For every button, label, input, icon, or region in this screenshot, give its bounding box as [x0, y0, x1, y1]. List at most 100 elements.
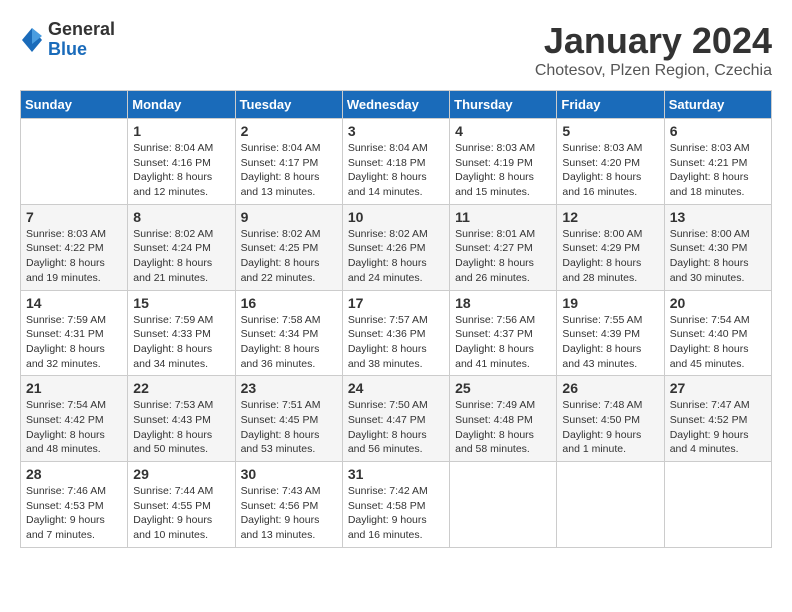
month-title: January 2024	[535, 20, 772, 62]
day-number: 2	[241, 123, 337, 139]
day-number: 25	[455, 380, 551, 396]
day-number: 13	[670, 209, 766, 225]
calendar-cell: 27Sunrise: 7:47 AMSunset: 4:52 PMDayligh…	[664, 376, 771, 462]
calendar-cell: 13 Sunrise: 8:00 AMSunset: 4:30 PMDayligh…	[664, 204, 771, 290]
day-info: Sunrise: 8:02 AMSunset: 4:25 PMDaylight:…	[241, 227, 337, 286]
weekday-header-row: SundayMondayTuesdayWednesdayThursdayFrid…	[21, 91, 772, 119]
day-info: Sunrise: 7:59 AMSunset: 4:31 PMDaylight:…	[26, 313, 122, 372]
day-number: 28	[26, 466, 122, 482]
day-number: 10	[348, 209, 444, 225]
day-number: 31	[348, 466, 444, 482]
calendar-cell: 19 Sunrise: 7:55 AMSunset: 4:39 PMDayligh…	[557, 290, 664, 376]
day-info: Sunrise: 7:58 AMSunset: 4:34 PMDaylight:…	[241, 313, 337, 372]
calendar-cell: 29 Sunrise: 7:44 AMSunset: 4:55 PMDayligh…	[128, 462, 235, 548]
calendar-cell: 24Sunrise: 7:50 AMSunset: 4:47 PMDayligh…	[342, 376, 449, 462]
day-number: 8	[133, 209, 229, 225]
calendar-cell: 8Sunrise: 8:02 AMSunset: 4:24 PMDaylight…	[128, 204, 235, 290]
weekday-header: Saturday	[664, 91, 771, 119]
page-header: General Blue January 2024 Chotesov, Plze…	[20, 20, 772, 80]
day-number: 20	[670, 295, 766, 311]
day-number: 4	[455, 123, 551, 139]
calendar-cell	[450, 462, 557, 548]
day-info: Sunrise: 7:43 AMSunset: 4:56 PMDaylight:…	[241, 484, 337, 543]
calendar-cell: 6 Sunrise: 8:03 AMSunset: 4:21 PMDaylight…	[664, 119, 771, 205]
calendar-week-row: 1 Sunrise: 8:04 AMSunset: 4:16 PMDaylight…	[21, 119, 772, 205]
day-info: Sunrise: 7:59 AMSunset: 4:33 PMDaylight:…	[133, 313, 229, 372]
weekday-header: Friday	[557, 91, 664, 119]
calendar-cell: 30 Sunrise: 7:43 AMSunset: 4:56 PMDayligh…	[235, 462, 342, 548]
weekday-header: Monday	[128, 91, 235, 119]
calendar-cell: 4Sunrise: 8:03 AMSunset: 4:19 PMDaylight…	[450, 119, 557, 205]
logo: General Blue	[20, 20, 115, 60]
calendar-cell: 17Sunrise: 7:57 AMSunset: 4:36 PMDayligh…	[342, 290, 449, 376]
calendar-table: SundayMondayTuesdayWednesdayThursdayFrid…	[20, 90, 772, 548]
day-info: Sunrise: 8:03 AMSunset: 4:21 PMDaylight:…	[670, 141, 766, 200]
day-info: Sunrise: 7:42 AMSunset: 4:58 PMDaylight:…	[348, 484, 444, 543]
day-info: Sunrise: 8:00 AMSunset: 4:30 PMDaylight:…	[670, 227, 766, 286]
day-info: Sunrise: 8:04 AMSunset: 4:18 PMDaylight:…	[348, 141, 444, 200]
day-number: 7	[26, 209, 122, 225]
day-info: Sunrise: 7:47 AMSunset: 4:52 PMDaylight:…	[670, 398, 766, 457]
calendar-cell: 25 Sunrise: 7:49 AMSunset: 4:48 PMDayligh…	[450, 376, 557, 462]
day-number: 18	[455, 295, 551, 311]
logo-text: General Blue	[48, 20, 115, 60]
calendar-cell: 21 Sunrise: 7:54 AMSunset: 4:42 PMDayligh…	[21, 376, 128, 462]
day-number: 14	[26, 295, 122, 311]
calendar-cell: 7 Sunrise: 8:03 AMSunset: 4:22 PMDaylight…	[21, 204, 128, 290]
day-number: 12	[562, 209, 658, 225]
day-number: 21	[26, 380, 122, 396]
calendar-cell: 22Sunrise: 7:53 AMSunset: 4:43 PMDayligh…	[128, 376, 235, 462]
day-info: Sunrise: 8:02 AMSunset: 4:26 PMDaylight:…	[348, 227, 444, 286]
calendar-week-row: 28Sunrise: 7:46 AMSunset: 4:53 PMDayligh…	[21, 462, 772, 548]
title-section: January 2024 Chotesov, Plzen Region, Cze…	[535, 20, 772, 80]
day-info: Sunrise: 7:49 AMSunset: 4:48 PMDaylight:…	[455, 398, 551, 457]
day-number: 24	[348, 380, 444, 396]
calendar-cell: 14 Sunrise: 7:59 AMSunset: 4:31 PMDayligh…	[21, 290, 128, 376]
day-info: Sunrise: 8:04 AMSunset: 4:17 PMDaylight:…	[241, 141, 337, 200]
calendar-cell: 11Sunrise: 8:01 AMSunset: 4:27 PMDayligh…	[450, 204, 557, 290]
day-info: Sunrise: 7:48 AMSunset: 4:50 PMDaylight:…	[562, 398, 658, 457]
calendar-cell: 5Sunrise: 8:03 AMSunset: 4:20 PMDaylight…	[557, 119, 664, 205]
day-info: Sunrise: 7:55 AMSunset: 4:39 PMDaylight:…	[562, 313, 658, 372]
calendar-cell: 18 Sunrise: 7:56 AMSunset: 4:37 PMDayligh…	[450, 290, 557, 376]
location: Chotesov, Plzen Region, Czechia	[535, 62, 772, 80]
weekday-header: Tuesday	[235, 91, 342, 119]
calendar-cell: 31 Sunrise: 7:42 AMSunset: 4:58 PMDayligh…	[342, 462, 449, 548]
day-number: 26	[562, 380, 658, 396]
weekday-header: Sunday	[21, 91, 128, 119]
day-info: Sunrise: 7:53 AMSunset: 4:43 PMDaylight:…	[133, 398, 229, 457]
day-number: 15	[133, 295, 229, 311]
day-number: 3	[348, 123, 444, 139]
day-info: Sunrise: 7:54 AMSunset: 4:40 PMDaylight:…	[670, 313, 766, 372]
calendar-cell: 2 Sunrise: 8:04 AMSunset: 4:17 PMDaylight…	[235, 119, 342, 205]
day-info: Sunrise: 7:54 AMSunset: 4:42 PMDaylight:…	[26, 398, 122, 457]
calendar-week-row: 21 Sunrise: 7:54 AMSunset: 4:42 PMDayligh…	[21, 376, 772, 462]
calendar-cell: 23Sunrise: 7:51 AMSunset: 4:45 PMDayligh…	[235, 376, 342, 462]
calendar-cell	[664, 462, 771, 548]
day-info: Sunrise: 8:03 AMSunset: 4:20 PMDaylight:…	[562, 141, 658, 200]
day-number: 16	[241, 295, 337, 311]
day-number: 1	[133, 123, 229, 139]
calendar-cell: 20 Sunrise: 7:54 AMSunset: 4:40 PMDayligh…	[664, 290, 771, 376]
day-number: 19	[562, 295, 658, 311]
calendar-cell: 26 Sunrise: 7:48 AMSunset: 4:50 PMDayligh…	[557, 376, 664, 462]
day-info: Sunrise: 8:04 AMSunset: 4:16 PMDaylight:…	[133, 141, 229, 200]
day-number: 30	[241, 466, 337, 482]
day-number: 29	[133, 466, 229, 482]
calendar-cell: 9 Sunrise: 8:02 AMSunset: 4:25 PMDaylight…	[235, 204, 342, 290]
calendar-week-row: 14 Sunrise: 7:59 AMSunset: 4:31 PMDayligh…	[21, 290, 772, 376]
day-number: 9	[241, 209, 337, 225]
day-info: Sunrise: 8:03 AMSunset: 4:22 PMDaylight:…	[26, 227, 122, 286]
weekday-header: Wednesday	[342, 91, 449, 119]
logo-general: General	[48, 20, 115, 40]
day-info: Sunrise: 7:44 AMSunset: 4:55 PMDaylight:…	[133, 484, 229, 543]
calendar-cell: 1 Sunrise: 8:04 AMSunset: 4:16 PMDaylight…	[128, 119, 235, 205]
day-info: Sunrise: 7:56 AMSunset: 4:37 PMDaylight:…	[455, 313, 551, 372]
calendar-cell: 16 Sunrise: 7:58 AMSunset: 4:34 PMDayligh…	[235, 290, 342, 376]
calendar-cell: 15 Sunrise: 7:59 AMSunset: 4:33 PMDayligh…	[128, 290, 235, 376]
calendar-cell: 10 Sunrise: 8:02 AMSunset: 4:26 PMDayligh…	[342, 204, 449, 290]
day-info: Sunrise: 8:00 AMSunset: 4:29 PMDaylight:…	[562, 227, 658, 286]
logo-blue: Blue	[48, 40, 115, 60]
day-number: 6	[670, 123, 766, 139]
day-info: Sunrise: 8:01 AMSunset: 4:27 PMDaylight:…	[455, 227, 551, 286]
